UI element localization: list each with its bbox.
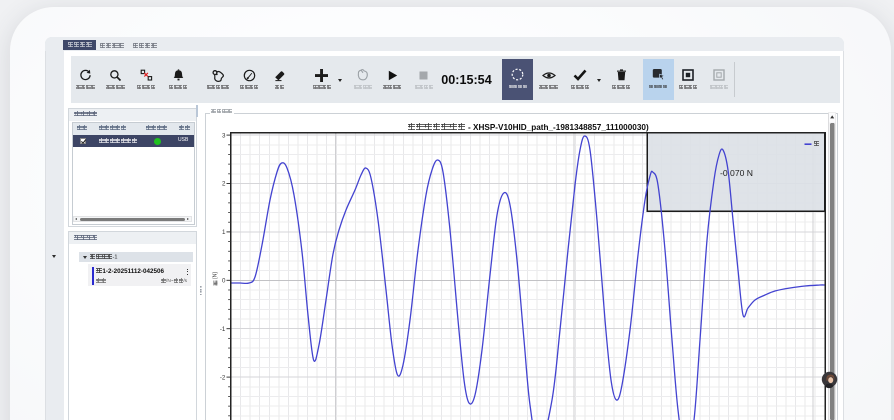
svg-text:1: 1 bbox=[222, 229, 226, 236]
svg-text:-1: -1 bbox=[220, 326, 226, 333]
svg-text:0: 0 bbox=[222, 278, 226, 285]
svg-text:3: 3 bbox=[222, 132, 226, 139]
svg-text:-0.070 N: -0.070 N bbox=[720, 168, 753, 178]
svg-text:-2: -2 bbox=[220, 374, 226, 381]
svg-text:2: 2 bbox=[222, 181, 226, 188]
